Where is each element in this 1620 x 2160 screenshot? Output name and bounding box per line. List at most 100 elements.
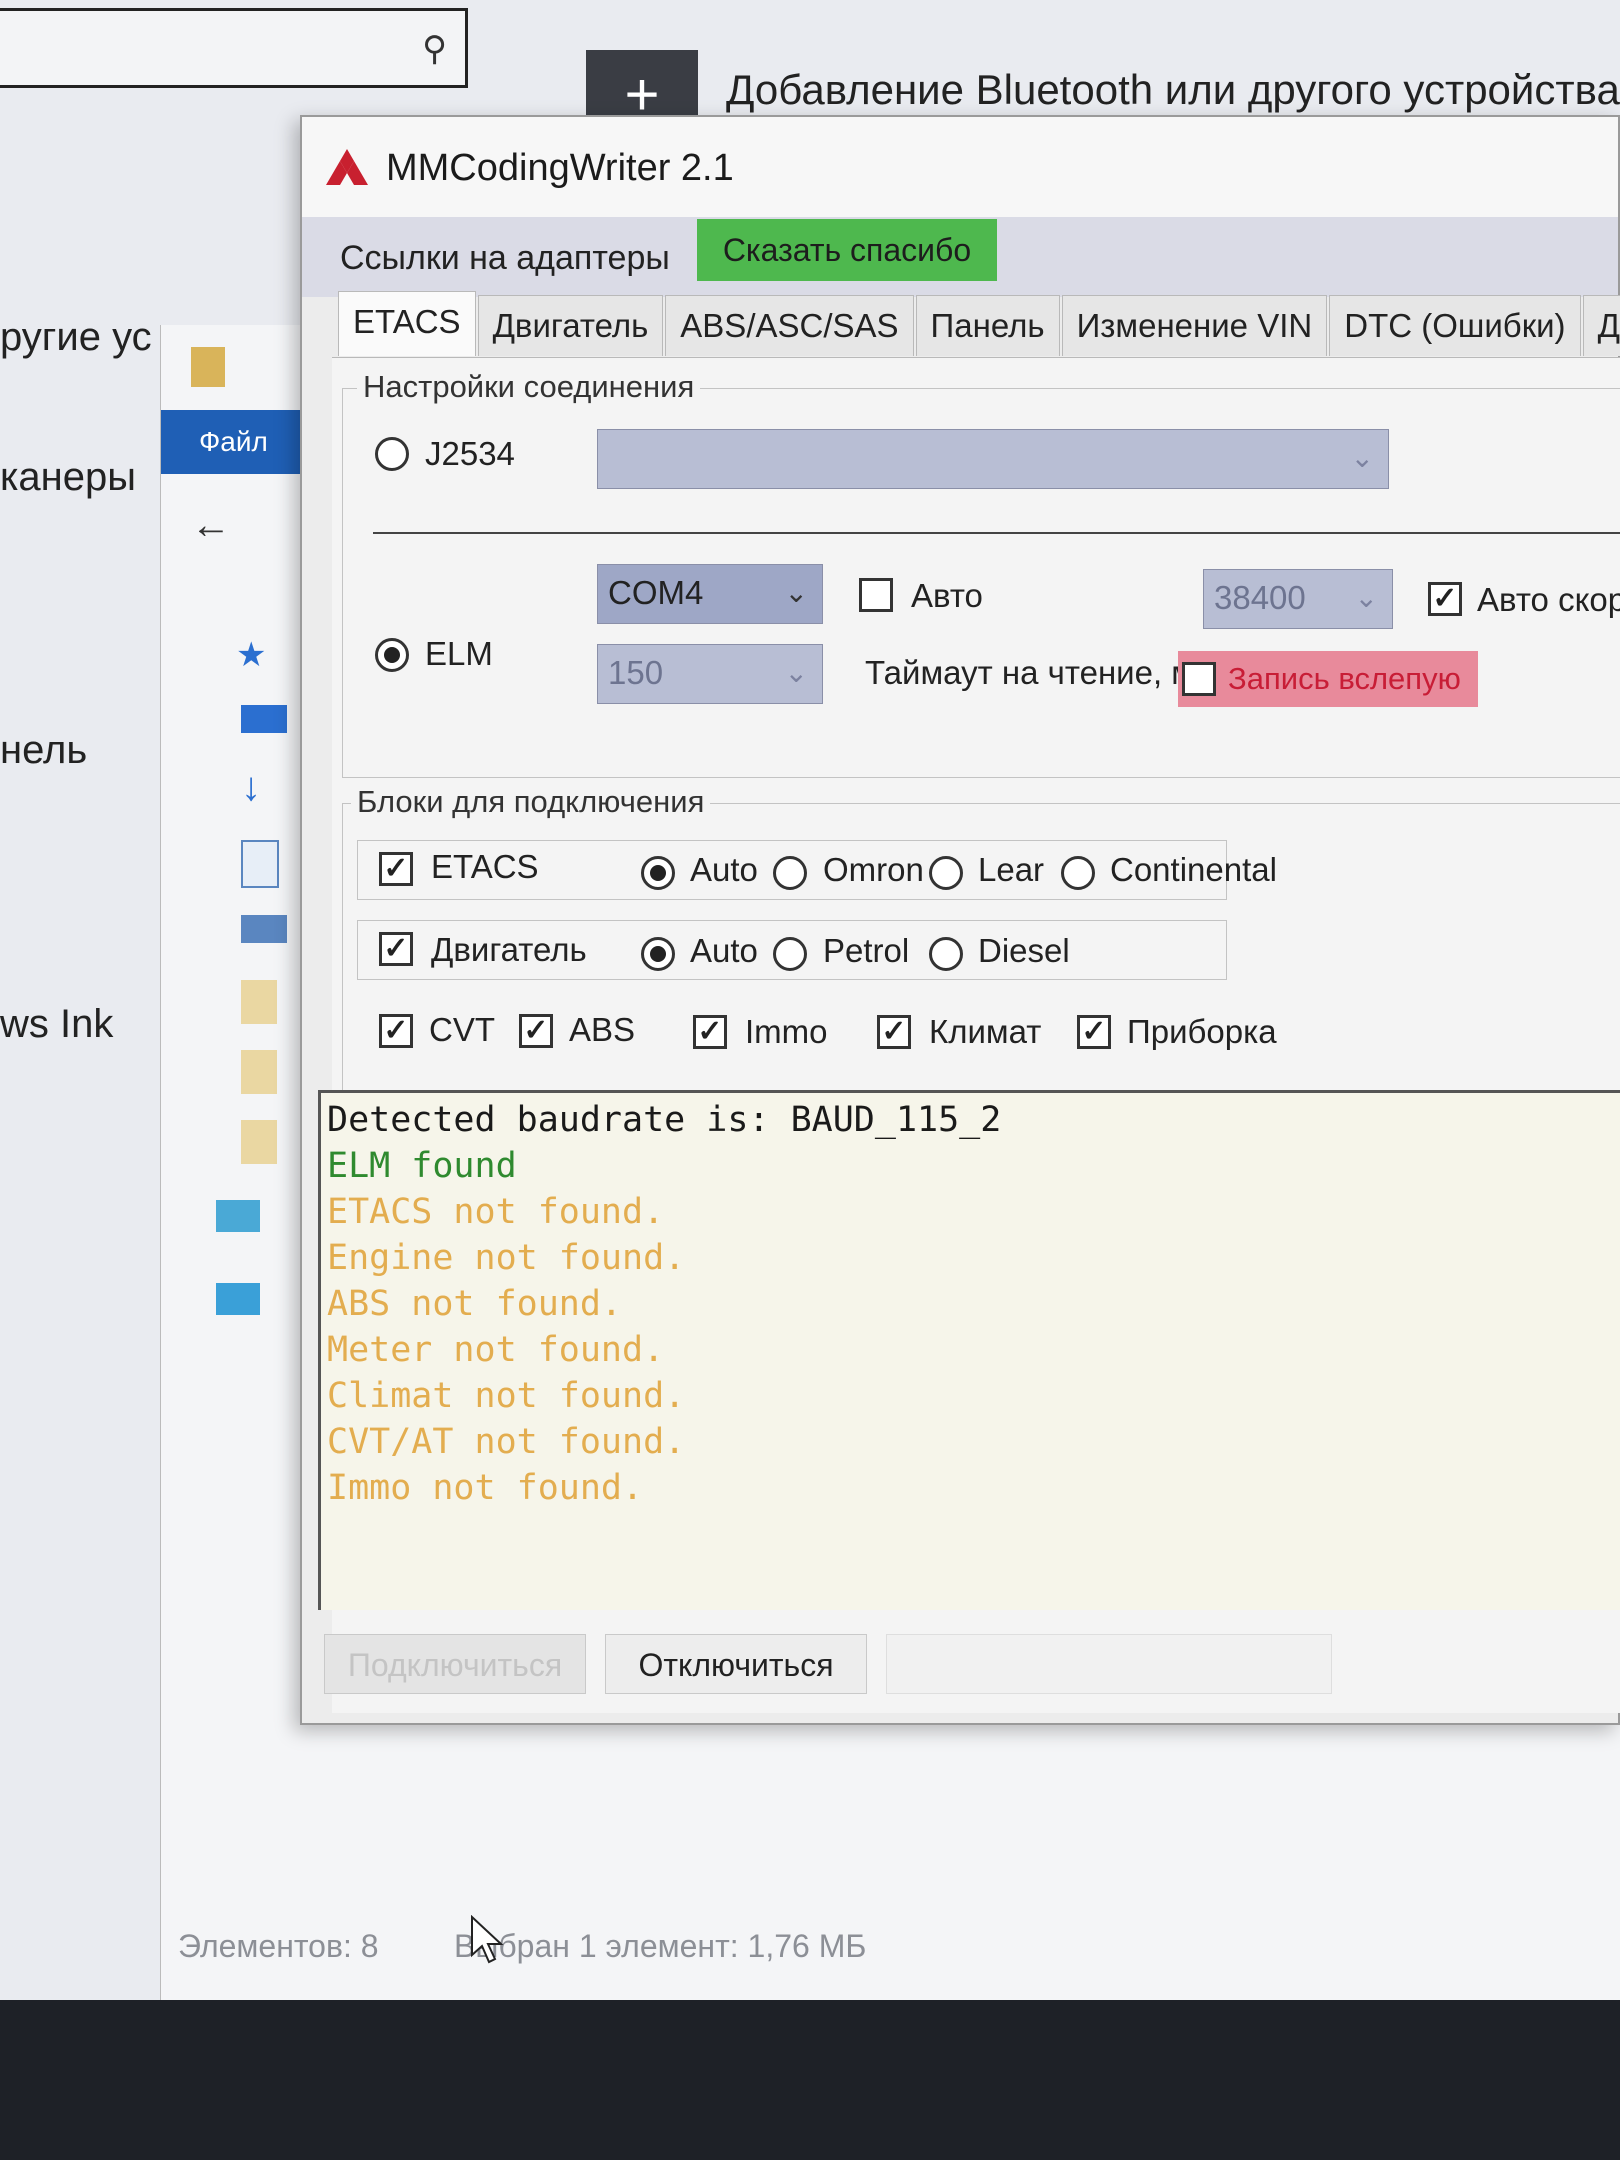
- taskbar: [0, 2000, 1620, 2160]
- explorer-status-count: Элементов: 8: [178, 1928, 379, 1964]
- abs-label: ABS: [569, 1011, 636, 1048]
- window-title: MMCodingWriter 2.1: [386, 147, 734, 189]
- log-line: Meter not found.: [327, 1330, 665, 1370]
- disconnect-button[interactable]: Отключиться: [605, 1634, 867, 1694]
- com-port-value: COM4: [608, 574, 704, 611]
- chevron-down-icon: ⌄: [1350, 442, 1374, 473]
- folder-icon[interactable]: [241, 980, 277, 1024]
- tab-other[interactable]: Други: [1582, 295, 1620, 356]
- engine-diesel-label: Diesel: [978, 932, 1070, 969]
- etacs-omron-radio[interactable]: [773, 856, 807, 890]
- blocks-legend: Блоки для подключения: [351, 784, 711, 820]
- climate-checkbox[interactable]: ✓: [877, 1015, 911, 1049]
- search-icon[interactable]: ⚲: [422, 29, 447, 69]
- climate-label: Климат: [929, 1013, 1042, 1050]
- network-icon[interactable]: [216, 1283, 260, 1315]
- j2534-label: J2534: [425, 435, 515, 472]
- immo-label: Immo: [745, 1013, 828, 1050]
- explorer-file-tab[interactable]: Файл: [161, 410, 301, 474]
- tab-strip: ETACS Двигатель ABS/ASC/SAS Панель Измен…: [338, 291, 1620, 357]
- blind-write-checkbox[interactable]: [1182, 662, 1216, 696]
- timeout-select[interactable]: 150 ⌄: [597, 644, 823, 704]
- mouse-cursor-icon: [471, 1915, 504, 1964]
- log-line: ABS not found.: [327, 1284, 623, 1324]
- etacs-lear-label: Lear: [978, 851, 1045, 888]
- settings-search-box[interactable]: ⚲: [0, 8, 468, 88]
- quick-access-star-icon[interactable]: ★: [236, 635, 266, 674]
- mmcodingwriter-window: MMCodingWriter 2.1 Ссылки на адаптеры Ск…: [300, 115, 1620, 1725]
- settings-nav-text-4: ws Ink: [0, 1002, 114, 1046]
- blind-write-container: Запись вслепую: [1178, 651, 1478, 707]
- adapter-links-menu[interactable]: Ссылки на адаптеры: [340, 239, 670, 278]
- connection-settings-group: Настройки соединения J2534 ⌄ ELM COM4 ⌄ …: [342, 369, 1620, 778]
- back-arrow-icon[interactable]: ←: [191, 503, 231, 548]
- chevron-down-icon: ⌄: [784, 657, 808, 688]
- log-line: Climat not found.: [327, 1376, 686, 1416]
- mitsubishi-logo-icon: [326, 149, 368, 185]
- connection-divider: [373, 532, 1620, 534]
- window-titlebar: MMCodingWriter 2.1: [302, 117, 1618, 217]
- blocks-group: Блоки для подключения ✓ ETACS Auto Omron…: [342, 784, 1620, 1093]
- etacs-checkbox[interactable]: ✓: [379, 852, 413, 886]
- etacs-continental-radio[interactable]: [1061, 856, 1095, 890]
- abs-checkbox[interactable]: ✓: [519, 1014, 553, 1048]
- engine-auto-radio[interactable]: [641, 937, 675, 971]
- j2534-device-select[interactable]: ⌄: [597, 429, 1389, 489]
- downloads-icon[interactable]: ↓: [241, 765, 291, 809]
- tab-change-vin[interactable]: Изменение VIN: [1061, 295, 1328, 356]
- chevron-down-icon: ⌄: [1354, 582, 1378, 613]
- log-line: Detected baudrate is: BAUD_115_2: [327, 1100, 1002, 1140]
- log-line: ELM found: [327, 1146, 517, 1186]
- desktop-icon[interactable]: [241, 705, 287, 733]
- chevron-down-icon: ⌄: [784, 577, 808, 608]
- etacs-continental-label: Continental: [1110, 851, 1277, 888]
- tab-panel[interactable]: Панель: [915, 295, 1060, 356]
- blind-write-label: Запись вслепую: [1178, 651, 1478, 707]
- say-thanks-button[interactable]: Сказать спасибо: [697, 219, 997, 281]
- dashboard-label: Приборка: [1127, 1013, 1277, 1050]
- engine-petrol-label: Petrol: [823, 932, 910, 969]
- log-line: ETACS not found.: [327, 1192, 665, 1232]
- this-pc-icon[interactable]: [216, 1200, 260, 1232]
- elm-radio[interactable]: [375, 638, 409, 672]
- engine-label: Двигатель: [431, 931, 587, 968]
- log-line: CVT/AT not found.: [327, 1422, 686, 1462]
- cvt-checkbox[interactable]: ✓: [379, 1014, 413, 1048]
- cvt-label: CVT: [429, 1011, 495, 1048]
- explorer-titlebar: [161, 325, 301, 405]
- add-device-link[interactable]: Добавление Bluetooth или другого устройс…: [726, 66, 1620, 114]
- log-output[interactable]: Detected baudrate is: BAUD_115_2 ELM fou…: [318, 1090, 1620, 1610]
- tab-etacs[interactable]: ETACS: [338, 291, 476, 356]
- auto-speed-checkbox[interactable]: ✓: [1428, 582, 1462, 616]
- baudrate-select[interactable]: 38400 ⌄: [1203, 569, 1393, 629]
- timeout-value: 150: [608, 654, 664, 691]
- j2534-radio[interactable]: [375, 437, 409, 471]
- settings-nav-text-3: нель: [0, 728, 88, 772]
- folder-icon[interactable]: [241, 1050, 277, 1094]
- blank-button[interactable]: [886, 1634, 1332, 1694]
- elm-label: ELM: [425, 635, 493, 672]
- documents-icon[interactable]: [241, 840, 279, 888]
- com-port-select[interactable]: COM4 ⌄: [597, 564, 823, 624]
- baudrate-value: 38400: [1214, 579, 1306, 616]
- tab-abs-asc-sas[interactable]: ABS/ASC/SAS: [665, 295, 914, 356]
- pictures-icon[interactable]: [241, 915, 287, 943]
- connect-button[interactable]: Подключиться: [324, 1634, 586, 1694]
- folder-icon[interactable]: [241, 1120, 277, 1164]
- engine-petrol-radio[interactable]: [773, 937, 807, 971]
- connection-settings-legend: Настройки соединения: [357, 369, 701, 405]
- settings-nav-text-1: ругие ус: [0, 315, 152, 359]
- engine-checkbox[interactable]: ✓: [379, 932, 413, 966]
- settings-nav-text-2: канеры: [0, 455, 136, 499]
- tab-engine[interactable]: Двигатель: [477, 295, 664, 356]
- immo-checkbox[interactable]: ✓: [693, 1015, 727, 1049]
- etacs-omron-label: Omron: [823, 851, 924, 888]
- engine-diesel-radio[interactable]: [929, 937, 963, 971]
- etacs-lear-radio[interactable]: [929, 856, 963, 890]
- etacs-auto-radio[interactable]: [641, 856, 675, 890]
- auto-port-checkbox[interactable]: [859, 578, 893, 612]
- dashboard-checkbox[interactable]: ✓: [1077, 1015, 1111, 1049]
- tab-dtc[interactable]: DTC (Ошибки): [1329, 295, 1581, 356]
- auto-port-label: Авто: [911, 577, 983, 614]
- log-line: Immo not found.: [327, 1468, 644, 1508]
